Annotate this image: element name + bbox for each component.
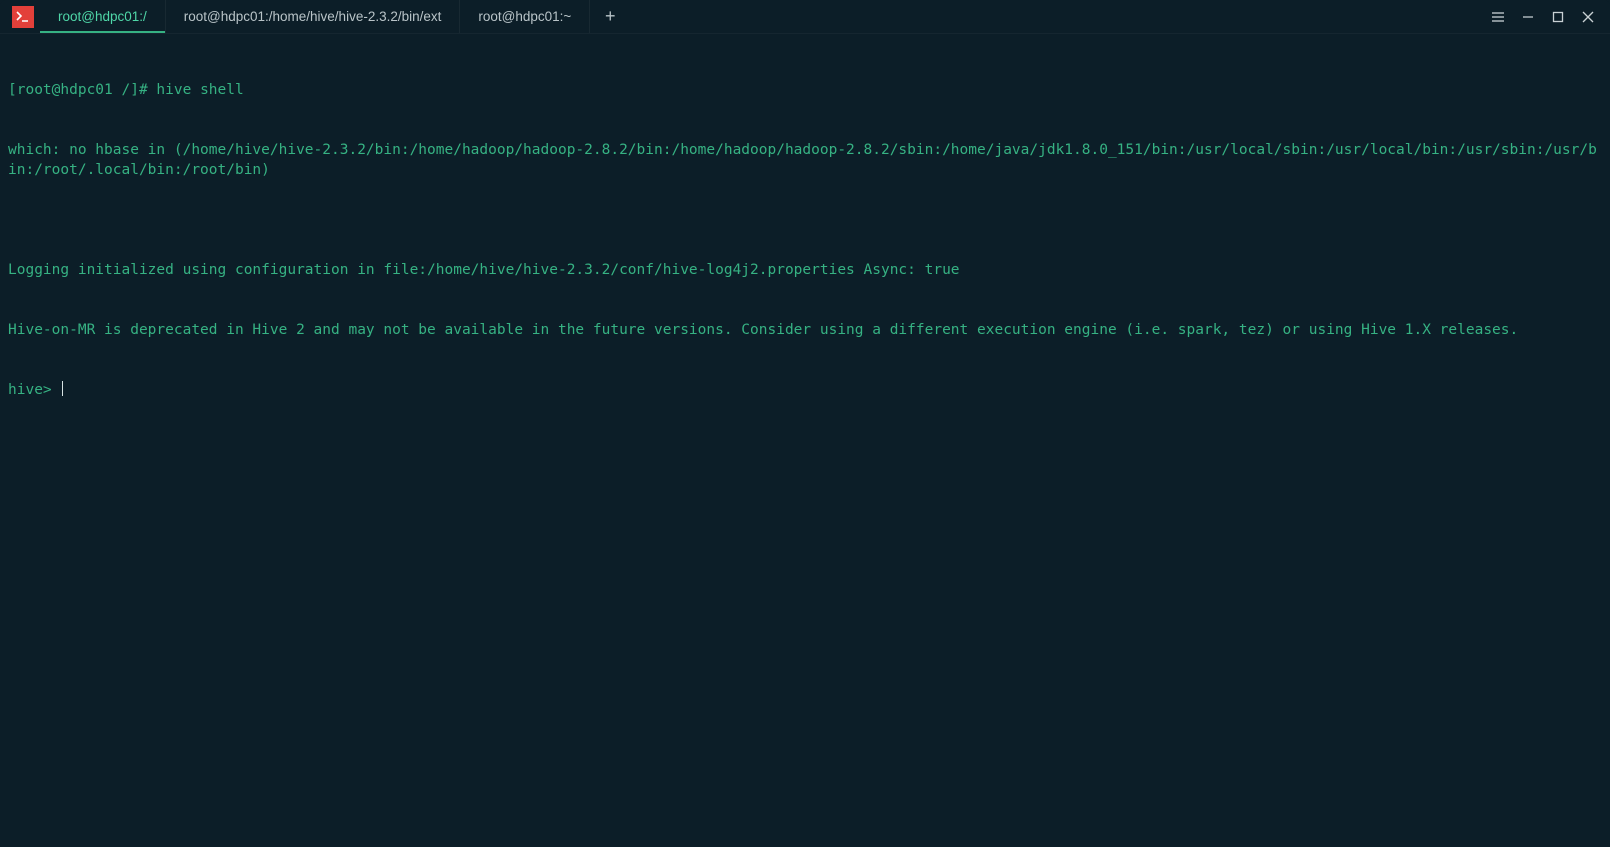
terminal-line: [root@hdpc01 /]# hive shell <box>8 80 1602 100</box>
tab-1[interactable]: root@hdpc01:/ <box>40 0 166 33</box>
tab-3[interactable]: root@hdpc01:~ <box>460 0 590 33</box>
titlebar: root@hdpc01:/ root@hdpc01:/home/hive/hiv… <box>0 0 1610 34</box>
shell-command: hive shell <box>156 82 243 98</box>
maximize-button[interactable] <box>1548 7 1568 27</box>
app-icon <box>0 0 40 33</box>
shell-prompt: [root@hdpc01 /]# <box>8 82 148 98</box>
terminal-line: which: no hbase in (/home/hive/hive-2.3.… <box>8 140 1602 180</box>
tab-label: root@hdpc01:~ <box>478 9 571 24</box>
plus-icon: + <box>605 6 616 27</box>
terminal-line: Logging initialized using configuration … <box>8 260 1602 280</box>
terminal-line: hive> <box>8 380 1602 400</box>
terminal-icon <box>12 6 34 28</box>
hive-prompt: hive> <box>8 382 52 398</box>
window-controls <box>1476 0 1610 33</box>
tab-label: root@hdpc01:/ <box>58 9 147 24</box>
hamburger-menu-icon[interactable] <box>1488 7 1508 27</box>
tab-label: root@hdpc01:/home/hive/hive-2.3.2/bin/ex… <box>184 9 442 24</box>
terminal-line: Hive-on-MR is deprecated in Hive 2 and m… <box>8 320 1602 340</box>
cursor <box>62 381 63 396</box>
terminal-body[interactable]: [root@hdpc01 /]# hive shell which: no hb… <box>0 34 1610 847</box>
new-tab-button[interactable]: + <box>590 0 630 33</box>
terminal-window: root@hdpc01:/ root@hdpc01:/home/hive/hiv… <box>0 0 1610 847</box>
minimize-button[interactable] <box>1518 7 1538 27</box>
tab-2[interactable]: root@hdpc01:/home/hive/hive-2.3.2/bin/ex… <box>166 0 461 33</box>
close-button[interactable] <box>1578 7 1598 27</box>
tab-bar: root@hdpc01:/ root@hdpc01:/home/hive/hiv… <box>40 0 1476 33</box>
